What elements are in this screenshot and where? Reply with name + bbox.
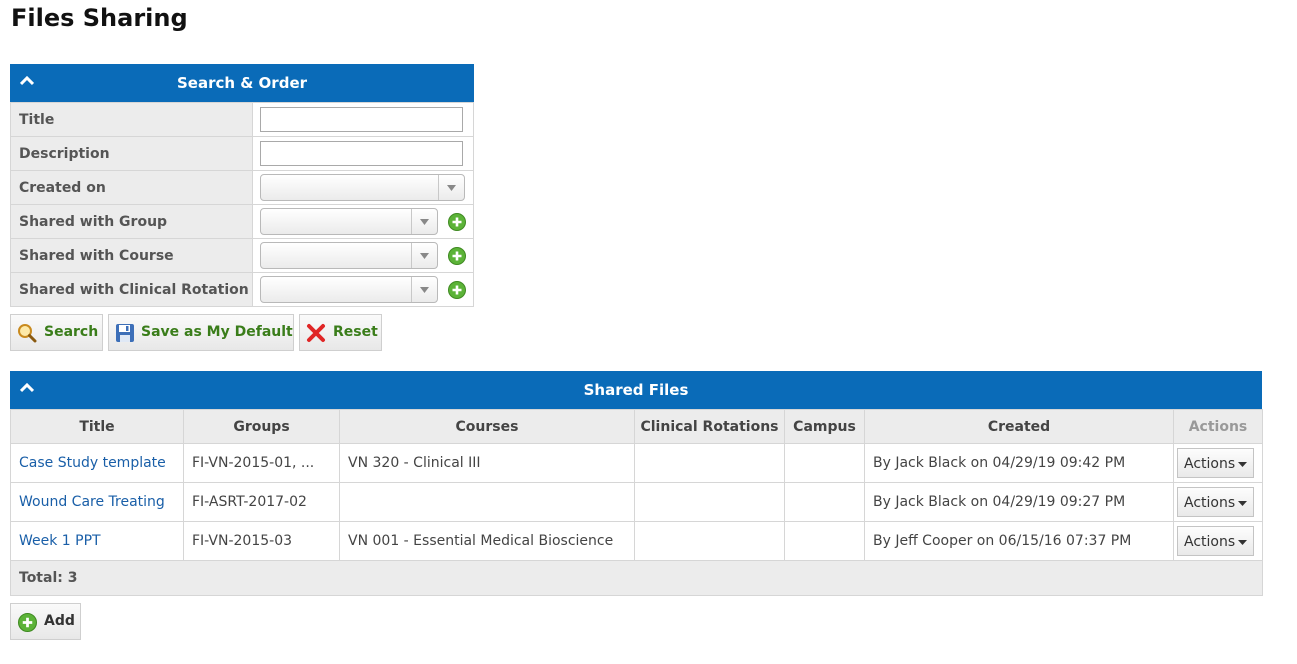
- shared-files-title: Shared Files: [583, 381, 689, 399]
- chevron-down-icon: [411, 243, 437, 268]
- field-label-shared-course: Shared with Course: [10, 238, 253, 273]
- table-header-row: Title Groups Courses Clinical Rotations …: [10, 409, 1263, 444]
- table-total-row: Total: 3: [10, 560, 1263, 596]
- field-label-description: Description: [10, 136, 253, 171]
- save-default-button-label: Save as My Default: [141, 324, 293, 340]
- chevron-down-icon: [411, 209, 437, 234]
- magnifier-search-icon: [17, 323, 37, 343]
- cell-groups: FI-ASRT-2017-02: [183, 482, 340, 522]
- file-title-link[interactable]: Week 1 PPT: [19, 533, 101, 549]
- cell-clinical-rotations: [634, 443, 785, 483]
- save-as-my-default-button[interactable]: Save as My Default: [108, 314, 294, 351]
- cell-groups: FI-VN-2015-01, ...: [183, 443, 340, 483]
- created-on-select[interactable]: [260, 174, 465, 201]
- collapse-chevron-up-icon[interactable]: [20, 64, 40, 102]
- cell-clinical-rotations: [634, 521, 785, 561]
- add-button-label: Add: [44, 613, 75, 629]
- cell-campus: [784, 482, 865, 522]
- actions-dropdown-button[interactable]: Actions: [1177, 448, 1255, 478]
- cell-courses: VN 320 - Clinical III: [339, 443, 635, 483]
- add-file-button[interactable]: Add: [10, 603, 81, 640]
- search-button-label: Search: [44, 324, 99, 340]
- floppy-disk-save-icon: [115, 323, 135, 343]
- search-row-shared-course: Shared with Course: [10, 238, 474, 273]
- search-row-description: Description: [10, 136, 474, 171]
- search-row-created-on: Created on: [10, 170, 474, 205]
- shared-group-select[interactable]: [260, 208, 438, 235]
- search-row-shared-clinical-rotation: Shared with Clinical Rotation: [10, 272, 474, 307]
- collapse-chevron-up-icon[interactable]: [20, 371, 40, 409]
- shared-files-table: Title Groups Courses Clinical Rotations …: [10, 409, 1263, 596]
- table-row: Week 1 PPT FI-VN-2015-03 VN 001 - Essent…: [10, 521, 1263, 561]
- file-title-link[interactable]: Wound Care Treating: [19, 494, 165, 510]
- search-form: Title Description Created on Shared with…: [10, 102, 474, 307]
- col-header-courses[interactable]: Courses: [339, 409, 635, 444]
- reset-button-label: Reset: [333, 324, 378, 340]
- add-course-plus-icon[interactable]: [448, 246, 467, 265]
- col-header-created[interactable]: Created: [864, 409, 1174, 444]
- shared-files-panel: Shared Files Title Groups Courses Clinic…: [10, 371, 1263, 596]
- search-panel-header[interactable]: Search & Order: [10, 64, 474, 102]
- col-header-groups[interactable]: Groups: [183, 409, 340, 444]
- add-plus-icon: [18, 613, 38, 633]
- cell-clinical-rotations: [634, 482, 785, 522]
- caret-down-icon: [1238, 500, 1248, 506]
- description-input[interactable]: [260, 141, 463, 166]
- add-group-plus-icon[interactable]: [448, 212, 467, 231]
- page-title: Files Sharing: [11, 4, 188, 32]
- field-label-shared-clinical-rotation: Shared with Clinical Rotation: [10, 272, 253, 307]
- cell-campus: [784, 443, 865, 483]
- table-row: Wound Care Treating FI-ASRT-2017-02 By J…: [10, 482, 1263, 522]
- actions-dropdown-button[interactable]: Actions: [1177, 487, 1255, 517]
- actions-label: Actions: [1184, 495, 1236, 511]
- search-panel-title: Search & Order: [176, 74, 308, 92]
- title-input[interactable]: [260, 107, 463, 132]
- cell-courses: VN 001 - Essential Medical Bioscience: [339, 521, 635, 561]
- col-header-title[interactable]: Title: [10, 409, 184, 444]
- chevron-down-icon: [411, 277, 437, 302]
- shared-course-select[interactable]: [260, 242, 438, 269]
- cell-created: By Jack Black on 04/29/19 09:42 PM: [864, 443, 1174, 483]
- cell-campus: [784, 521, 865, 561]
- search-order-panel: Search & Order Title Description Created…: [10, 64, 474, 307]
- file-title-link[interactable]: Case Study template: [19, 455, 166, 471]
- cell-groups: FI-VN-2015-03: [183, 521, 340, 561]
- cell-created: By Jack Black on 04/29/19 09:27 PM: [864, 482, 1174, 522]
- actions-dropdown-button[interactable]: Actions: [1177, 526, 1255, 556]
- col-header-campus[interactable]: Campus: [784, 409, 865, 444]
- search-row-title: Title: [10, 102, 474, 137]
- col-header-clinical-rotations[interactable]: Clinical Rotations: [634, 409, 785, 444]
- actions-label: Actions: [1184, 456, 1236, 472]
- cell-courses: [339, 482, 635, 522]
- col-header-actions: Actions: [1173, 409, 1263, 444]
- caret-down-icon: [1238, 461, 1248, 467]
- table-row: Case Study template FI-VN-2015-01, ... V…: [10, 443, 1263, 483]
- field-label-created-on: Created on: [10, 170, 253, 205]
- field-label-shared-group: Shared with Group: [10, 204, 253, 239]
- caret-down-icon: [1238, 539, 1248, 545]
- shared-files-header[interactable]: Shared Files: [10, 371, 1262, 409]
- field-label-title: Title: [10, 102, 253, 137]
- search-row-shared-group: Shared with Group: [10, 204, 474, 239]
- reset-button[interactable]: Reset: [299, 314, 382, 351]
- shared-clinical-rotation-select[interactable]: [260, 276, 438, 303]
- actions-label: Actions: [1184, 534, 1236, 550]
- cell-created: By Jeff Cooper on 06/15/16 07:37 PM: [864, 521, 1174, 561]
- search-button[interactable]: Search: [10, 314, 103, 351]
- red-x-reset-icon: [306, 323, 326, 343]
- total-count: Total: 3: [10, 560, 1263, 596]
- add-clinical-rotation-plus-icon[interactable]: [448, 280, 467, 299]
- chevron-down-icon: [438, 175, 464, 200]
